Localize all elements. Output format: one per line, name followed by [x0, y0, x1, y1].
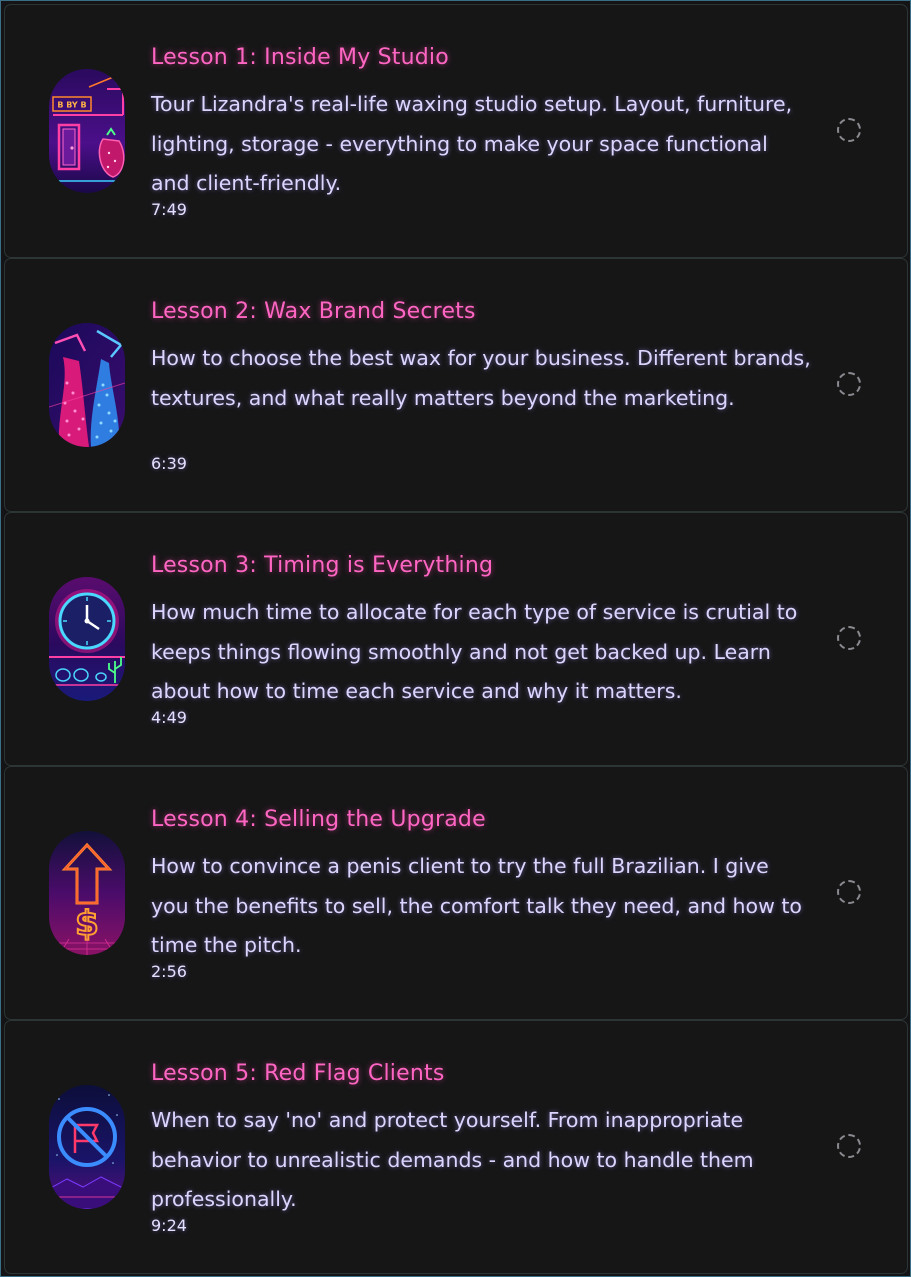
storefront-icon: B BY B [49, 69, 125, 193]
lesson-title: Lesson 1: Inside My Studio [151, 45, 449, 70]
lesson-duration: 2:56 [151, 962, 187, 981]
svg-text:$: $ [75, 904, 99, 944]
lesson-title: Lesson 3: Timing is Everything [151, 553, 494, 578]
wax-pour-icon [49, 323, 125, 447]
lesson-item-4[interactable]: $ Lesson 4: Selling the Upgrade How to c… [4, 766, 908, 1020]
lesson-description: When to say 'no' and protect yourself. F… [151, 1108, 754, 1211]
lesson-description: Tour Lizandra's real-life waxing studio … [151, 92, 793, 195]
lesson-duration: 9:24 [151, 1216, 187, 1235]
completion-status-icon[interactable] [837, 626, 861, 650]
lesson-duration: 4:49 [151, 708, 187, 727]
lesson-description: How to choose the best wax for your busi… [151, 346, 811, 410]
completion-status-icon[interactable] [837, 372, 861, 396]
completion-status-icon[interactable] [837, 880, 861, 904]
lesson-description: How to convince a penis client to try th… [151, 854, 802, 957]
completion-status-icon[interactable] [837, 118, 861, 142]
lesson-item-2[interactable]: Lesson 2: Wax Brand Secrets How to choos… [4, 258, 908, 512]
lesson-duration: 7:49 [151, 200, 187, 219]
clock-icon [49, 577, 125, 701]
lesson-duration: 6:39 [151, 454, 187, 473]
svg-text:B BY B: B BY B [57, 101, 86, 110]
lesson-item-1[interactable]: B BY B Lesson 1: Inside My Studio Tour L [4, 4, 908, 258]
lesson-description: How much time to allocate for each type … [151, 600, 798, 703]
lesson-list: B BY B Lesson 1: Inside My Studio Tour L [4, 4, 908, 1274]
dollar-up-arrow-icon: $ [49, 831, 125, 955]
lesson-title: Lesson 2: Wax Brand Secrets [151, 299, 476, 324]
lesson-title: Lesson 5: Red Flag Clients [151, 1061, 445, 1086]
lesson-item-5[interactable]: Lesson 5: Red Flag Clients When to say '… [4, 1020, 908, 1274]
lesson-title: Lesson 4: Selling the Upgrade [151, 807, 486, 832]
lesson-list-panel: B BY B Lesson 1: Inside My Studio Tour L [0, 0, 911, 1277]
completion-status-icon[interactable] [837, 1134, 861, 1158]
no-flag-icon [49, 1085, 125, 1209]
lesson-item-3[interactable]: Lesson 3: Timing is Everything How much … [4, 512, 908, 766]
